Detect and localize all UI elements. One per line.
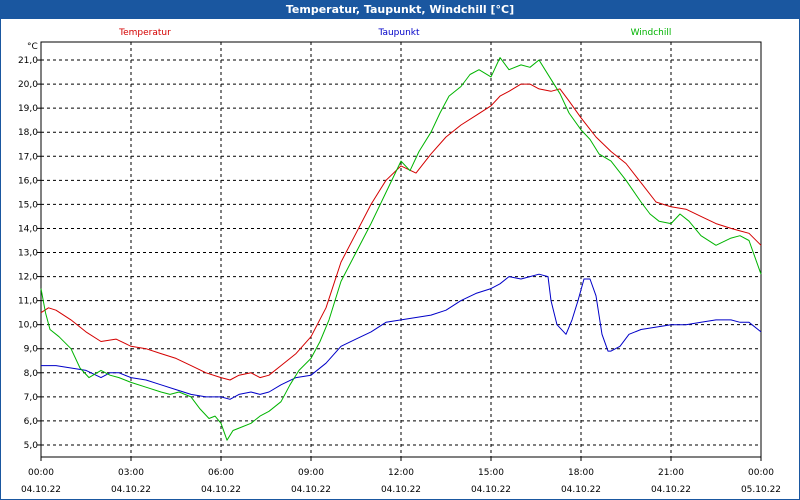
y-axis-unit: °C	[27, 42, 38, 52]
x-tick-date: 04.10.22	[291, 485, 331, 495]
x-tick-date: 04.10.22	[21, 485, 61, 495]
y-tick-label: 16,0	[18, 176, 38, 186]
x-axis-ticks: 00:00 04.10.22 03:00 04.10.22 06:00 04.10.22 0…	[21, 457, 781, 495]
y-tick-label: 6,0	[24, 417, 39, 427]
chart-window: Temperatur, Taupunkt, Windchill [°C] 5,0…	[0, 0, 800, 500]
y-tick-label: 9,0	[24, 345, 39, 355]
y-tick-label: 20,0	[18, 80, 38, 90]
y-tick-label: 8,0	[24, 369, 39, 379]
y-tick-label: 10,0	[18, 321, 38, 331]
x-tick-time: 21:00	[658, 468, 684, 478]
x-tick-time: 15:00	[478, 468, 504, 478]
legend-taupunkt: Taupunkt	[377, 28, 420, 38]
y-tick-label: 13,0	[18, 249, 38, 259]
x-tick-date: 04.10.22	[561, 485, 601, 495]
window-title: Temperatur, Taupunkt, Windchill [°C]	[1, 1, 799, 19]
y-tick-label: 5,0	[24, 441, 39, 451]
y-tick-label: 11,0	[18, 297, 38, 307]
legend-temperatur: Temperatur	[118, 28, 171, 38]
grid-lines	[41, 42, 761, 457]
x-tick-date: 04.10.22	[111, 485, 151, 495]
x-tick-time: 12:00	[388, 468, 414, 478]
x-tick-time: 09:00	[298, 468, 324, 478]
y-tick-label: 15,0	[18, 200, 38, 210]
x-tick-date: 05.10.22	[741, 485, 781, 495]
x-tick-date: 04.10.22	[201, 485, 241, 495]
legend-windchill: Windchill	[631, 28, 672, 38]
x-tick-time: 00:00	[28, 468, 54, 478]
y-tick-label: 14,0	[18, 224, 38, 234]
x-tick-time: 03:00	[118, 468, 144, 478]
y-axis-ticks: 5,0 6,0 7,0 8,0 9,0 10,0 11,0 12,0 13,0 14,0 15,0 1…	[18, 56, 41, 451]
x-tick-time: 06:00	[208, 468, 234, 478]
x-tick-date: 04.10.22	[651, 485, 691, 495]
y-tick-label: 17,0	[18, 152, 38, 162]
y-tick-label: 18,0	[18, 128, 38, 138]
x-tick-time: 18:00	[568, 468, 594, 478]
y-tick-label: 12,0	[18, 273, 38, 283]
x-tick-date: 04.10.22	[471, 485, 511, 495]
y-tick-label: 21,0	[18, 56, 38, 66]
y-tick-label: 19,0	[18, 104, 38, 114]
line-chart: 5,0 6,0 7,0 8,0 9,0 10,0 11,0 12,0 13,0 14,0 15,0 1…	[18, 28, 781, 495]
x-tick-date: 04.10.22	[381, 485, 421, 495]
x-tick-time: 00:00	[748, 468, 774, 478]
y-tick-label: 7,0	[24, 393, 39, 403]
